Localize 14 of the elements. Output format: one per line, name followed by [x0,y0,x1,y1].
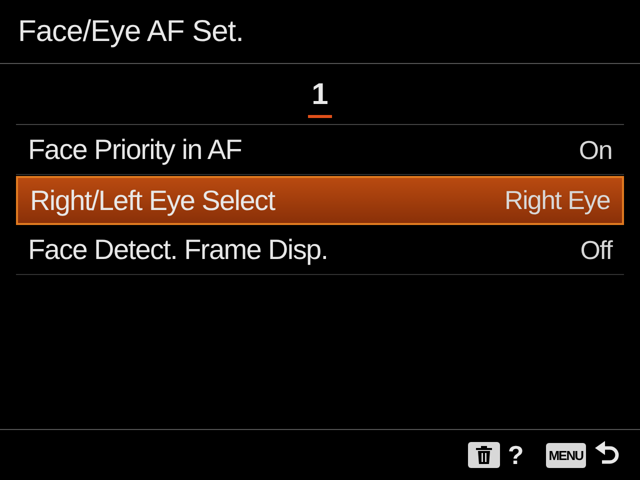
item-value: On [578,134,612,166]
help-mark: ? [508,440,524,470]
item-value: Off [580,234,612,266]
menu-item[interactable]: Right/Left Eye Select Right Eye [16,176,624,225]
item-label: Face Detect. Frame Disp. [28,234,328,266]
menu-item[interactable]: Face Priority in AF On [16,126,624,175]
item-value: Right Eye [504,185,610,216]
item-label: Right/Left Eye Select [30,184,275,216]
window-title: Face/Eye AF Set. [0,0,640,64]
menu-item[interactable]: Face Detect. Frame Disp. Off [16,226,624,275]
menu-key: MENU [546,442,586,468]
item-label: Face Priority in AF [28,134,242,166]
page-tab[interactable]: 1 [308,78,332,118]
trash-icon [468,442,500,468]
